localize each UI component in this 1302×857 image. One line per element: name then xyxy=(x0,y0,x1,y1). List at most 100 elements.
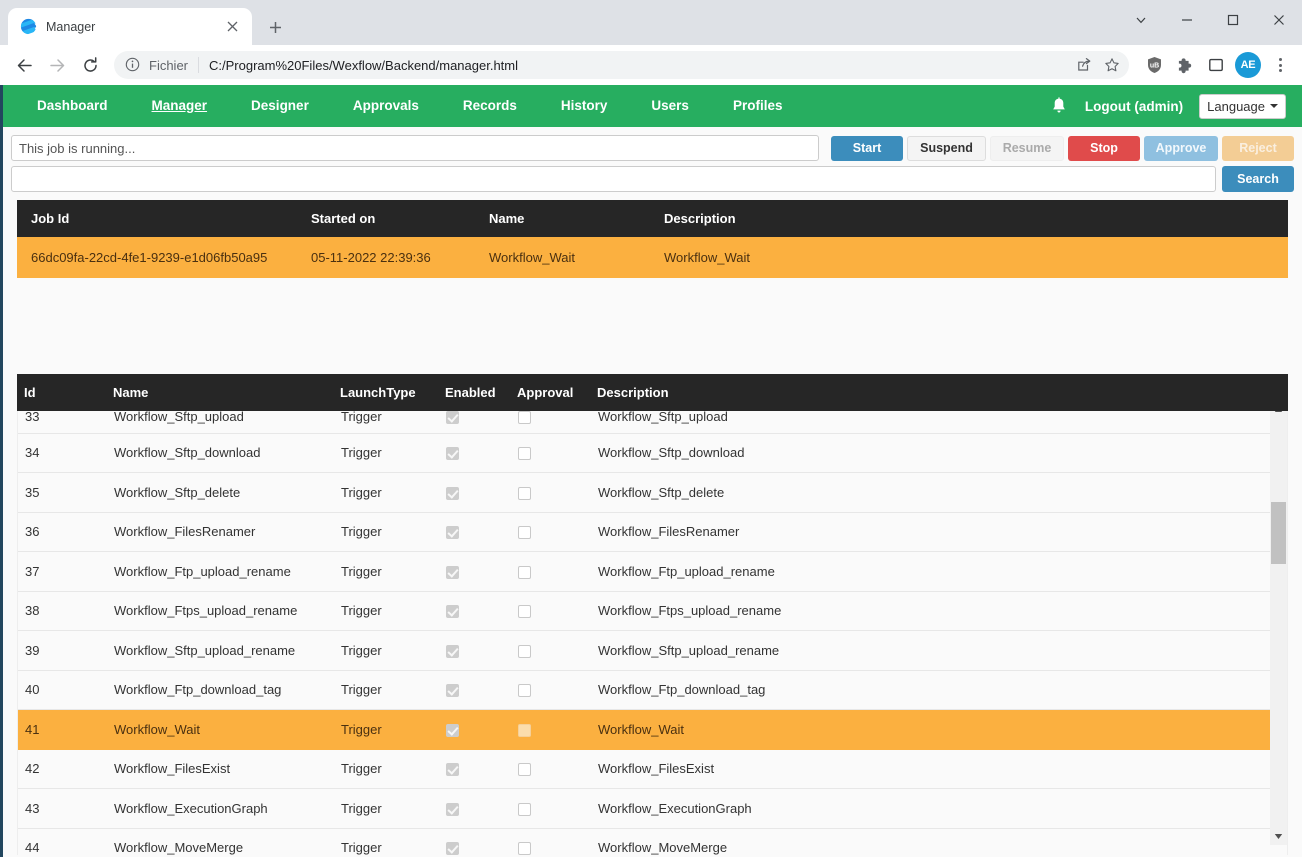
back-icon[interactable] xyxy=(8,49,40,81)
nav-item-profiles[interactable]: Profiles xyxy=(711,85,805,127)
wf-id-cell: 43 xyxy=(18,789,66,829)
wf-approval-cell xyxy=(518,749,591,789)
approval-checkbox[interactable] xyxy=(518,605,531,618)
approval-checkbox[interactable] xyxy=(518,842,531,855)
browser-tab[interactable]: Manager xyxy=(8,8,252,45)
logout-link[interactable]: Logout (admin) xyxy=(1085,99,1183,114)
action-bar: This job is running... Start Suspend Res… xyxy=(3,127,1302,161)
table-row[interactable]: 44Workflow_MoveMergeTriggerWorkflow_Move… xyxy=(18,828,1287,855)
jobs-table: Job Id Started on Name Description 66dc0… xyxy=(17,200,1288,278)
table-row[interactable]: 39Workflow_Sftp_upload_renameTriggerWork… xyxy=(18,631,1287,671)
wf-col-launchtype[interactable]: LaunchType xyxy=(340,374,445,411)
stop-button[interactable]: Stop xyxy=(1068,136,1140,161)
wf-name-cell: Workflow_Sftp_upload_rename xyxy=(66,631,341,671)
nav-item-dashboard[interactable]: Dashboard xyxy=(15,85,130,127)
wf-description-cell: Workflow_Ftp_download_tag xyxy=(591,670,1287,710)
new-tab-button[interactable] xyxy=(260,12,290,42)
approval-checkbox[interactable] xyxy=(518,487,531,500)
wf-name-cell: Workflow_MoveMerge xyxy=(66,828,341,855)
reload-icon[interactable] xyxy=(74,49,106,81)
wf-name-cell: Workflow_Ftps_upload_rename xyxy=(66,591,341,631)
approval-checkbox[interactable] xyxy=(518,645,531,658)
maximize-icon[interactable] xyxy=(1210,0,1256,40)
tab-search-icon[interactable] xyxy=(1118,0,1164,40)
nav-item-approvals[interactable]: Approvals xyxy=(331,85,441,127)
site-info-icon[interactable] xyxy=(125,57,141,73)
table-row[interactable]: 37Workflow_Ftp_upload_renameTriggerWorkf… xyxy=(18,552,1287,592)
wf-description-cell: Workflow_ExecutionGraph xyxy=(591,789,1287,829)
table-row[interactable]: 38Workflow_Ftps_upload_renameTriggerWork… xyxy=(18,591,1287,631)
app-navbar: Dashboard Manager Designer Approvals Rec… xyxy=(3,85,1302,127)
wf-enabled-cell xyxy=(446,512,518,552)
wf-col-name[interactable]: Name xyxy=(65,374,340,411)
jobs-col-job-id[interactable]: Job Id xyxy=(17,200,297,237)
enabled-checkbox xyxy=(446,842,459,855)
close-icon[interactable] xyxy=(1256,0,1302,40)
table-row[interactable]: 41Workflow_WaitTriggerWorkflow_Wait xyxy=(18,710,1287,750)
wf-approval-cell xyxy=(518,828,591,855)
notification-bell-icon[interactable] xyxy=(1049,95,1069,117)
table-row[interactable]: 40Workflow_Ftp_download_tagTriggerWorkfl… xyxy=(18,670,1287,710)
omnibox-divider xyxy=(198,57,199,73)
approval-checkbox[interactable] xyxy=(518,447,531,460)
wf-col-enabled[interactable]: Enabled xyxy=(445,374,517,411)
extensions-puzzle-icon[interactable] xyxy=(1171,51,1199,79)
scroll-up-arrow[interactable] xyxy=(1270,411,1287,418)
minimize-icon[interactable] xyxy=(1164,0,1210,40)
tab-close-icon[interactable] xyxy=(222,17,242,37)
spacer xyxy=(3,278,1302,374)
suspend-button[interactable]: Suspend xyxy=(907,136,986,161)
table-row[interactable]: 35Workflow_Sftp_deleteTriggerWorkflow_Sf… xyxy=(18,473,1287,513)
scrollbar-thumb[interactable] xyxy=(1271,502,1286,564)
approval-checkbox[interactable] xyxy=(518,803,531,816)
address-bar[interactable]: Fichier C:/Program%20Files/Wexflow/Backe… xyxy=(114,51,1129,79)
wf-name-cell: Workflow_Ftp_download_tag xyxy=(66,670,341,710)
menu-kebab-icon[interactable] xyxy=(1266,51,1294,79)
table-row[interactable]: 34Workflow_Sftp_downloadTriggerWorkflow_… xyxy=(18,433,1287,473)
approval-checkbox[interactable] xyxy=(518,411,531,424)
approval-checkbox[interactable] xyxy=(518,763,531,776)
language-select[interactable]: Language xyxy=(1199,94,1286,119)
wf-col-description[interactable]: Description xyxy=(590,374,1288,411)
wf-id-cell: 34 xyxy=(18,433,66,473)
wf-col-approval[interactable]: Approval xyxy=(517,374,590,411)
nav-item-history[interactable]: History xyxy=(539,85,630,127)
nav-item-designer[interactable]: Designer xyxy=(229,85,331,127)
browser-toolbar: Fichier C:/Program%20Files/Wexflow/Backe… xyxy=(0,45,1302,85)
table-row[interactable]: 66dc09fa-22cd-4fe1-9239-e1d06fb50a95 05-… xyxy=(17,237,1288,278)
share-icon[interactable] xyxy=(1071,52,1097,78)
reject-button: Reject xyxy=(1222,136,1294,161)
jobs-col-description[interactable]: Description xyxy=(650,200,1288,237)
scroll-down-arrow[interactable] xyxy=(1270,828,1287,845)
nav-item-records[interactable]: Records xyxy=(441,85,539,127)
jobs-col-name[interactable]: Name xyxy=(475,200,650,237)
jobs-col-started-on[interactable]: Started on xyxy=(297,200,475,237)
approval-checkbox[interactable] xyxy=(518,724,531,737)
table-row[interactable]: 33Workflow_Sftp_uploadTriggerWorkflow_Sf… xyxy=(18,411,1287,433)
search-input[interactable] xyxy=(11,166,1216,192)
nav-item-users[interactable]: Users xyxy=(629,85,711,127)
approval-checkbox[interactable] xyxy=(518,526,531,539)
enabled-checkbox xyxy=(446,566,459,579)
start-button[interactable]: Start xyxy=(831,136,903,161)
wf-col-id[interactable]: Id xyxy=(17,374,65,411)
approval-checkbox[interactable] xyxy=(518,566,531,579)
wf-id-cell: 33 xyxy=(18,411,66,433)
approval-checkbox[interactable] xyxy=(518,684,531,697)
side-panel-icon[interactable] xyxy=(1202,51,1230,79)
resume-button: Resume xyxy=(990,136,1064,161)
wf-id-cell: 37 xyxy=(18,552,66,592)
ublock-shield-icon[interactable]: uB xyxy=(1140,51,1168,79)
bookmark-star-icon[interactable] xyxy=(1099,52,1125,78)
profile-avatar[interactable]: AE xyxy=(1235,52,1261,78)
enabled-checkbox xyxy=(446,645,459,658)
jobs-header-row: Job Id Started on Name Description xyxy=(17,200,1288,237)
table-row[interactable]: 36Workflow_FilesRenamerTriggerWorkflow_F… xyxy=(18,512,1287,552)
search-button[interactable]: Search xyxy=(1222,166,1294,192)
nav-item-manager[interactable]: Manager xyxy=(130,85,230,127)
vertical-scrollbar[interactable] xyxy=(1270,411,1287,845)
wf-description-cell: Workflow_Sftp_download xyxy=(591,433,1287,473)
table-row[interactable]: 43Workflow_ExecutionGraphTriggerWorkflow… xyxy=(18,789,1287,829)
table-row[interactable]: 42Workflow_FilesExistTriggerWorkflow_Fil… xyxy=(18,749,1287,789)
workflows-scroll-area[interactable]: 33Workflow_Sftp_uploadTriggerWorkflow_Sf… xyxy=(17,411,1288,855)
